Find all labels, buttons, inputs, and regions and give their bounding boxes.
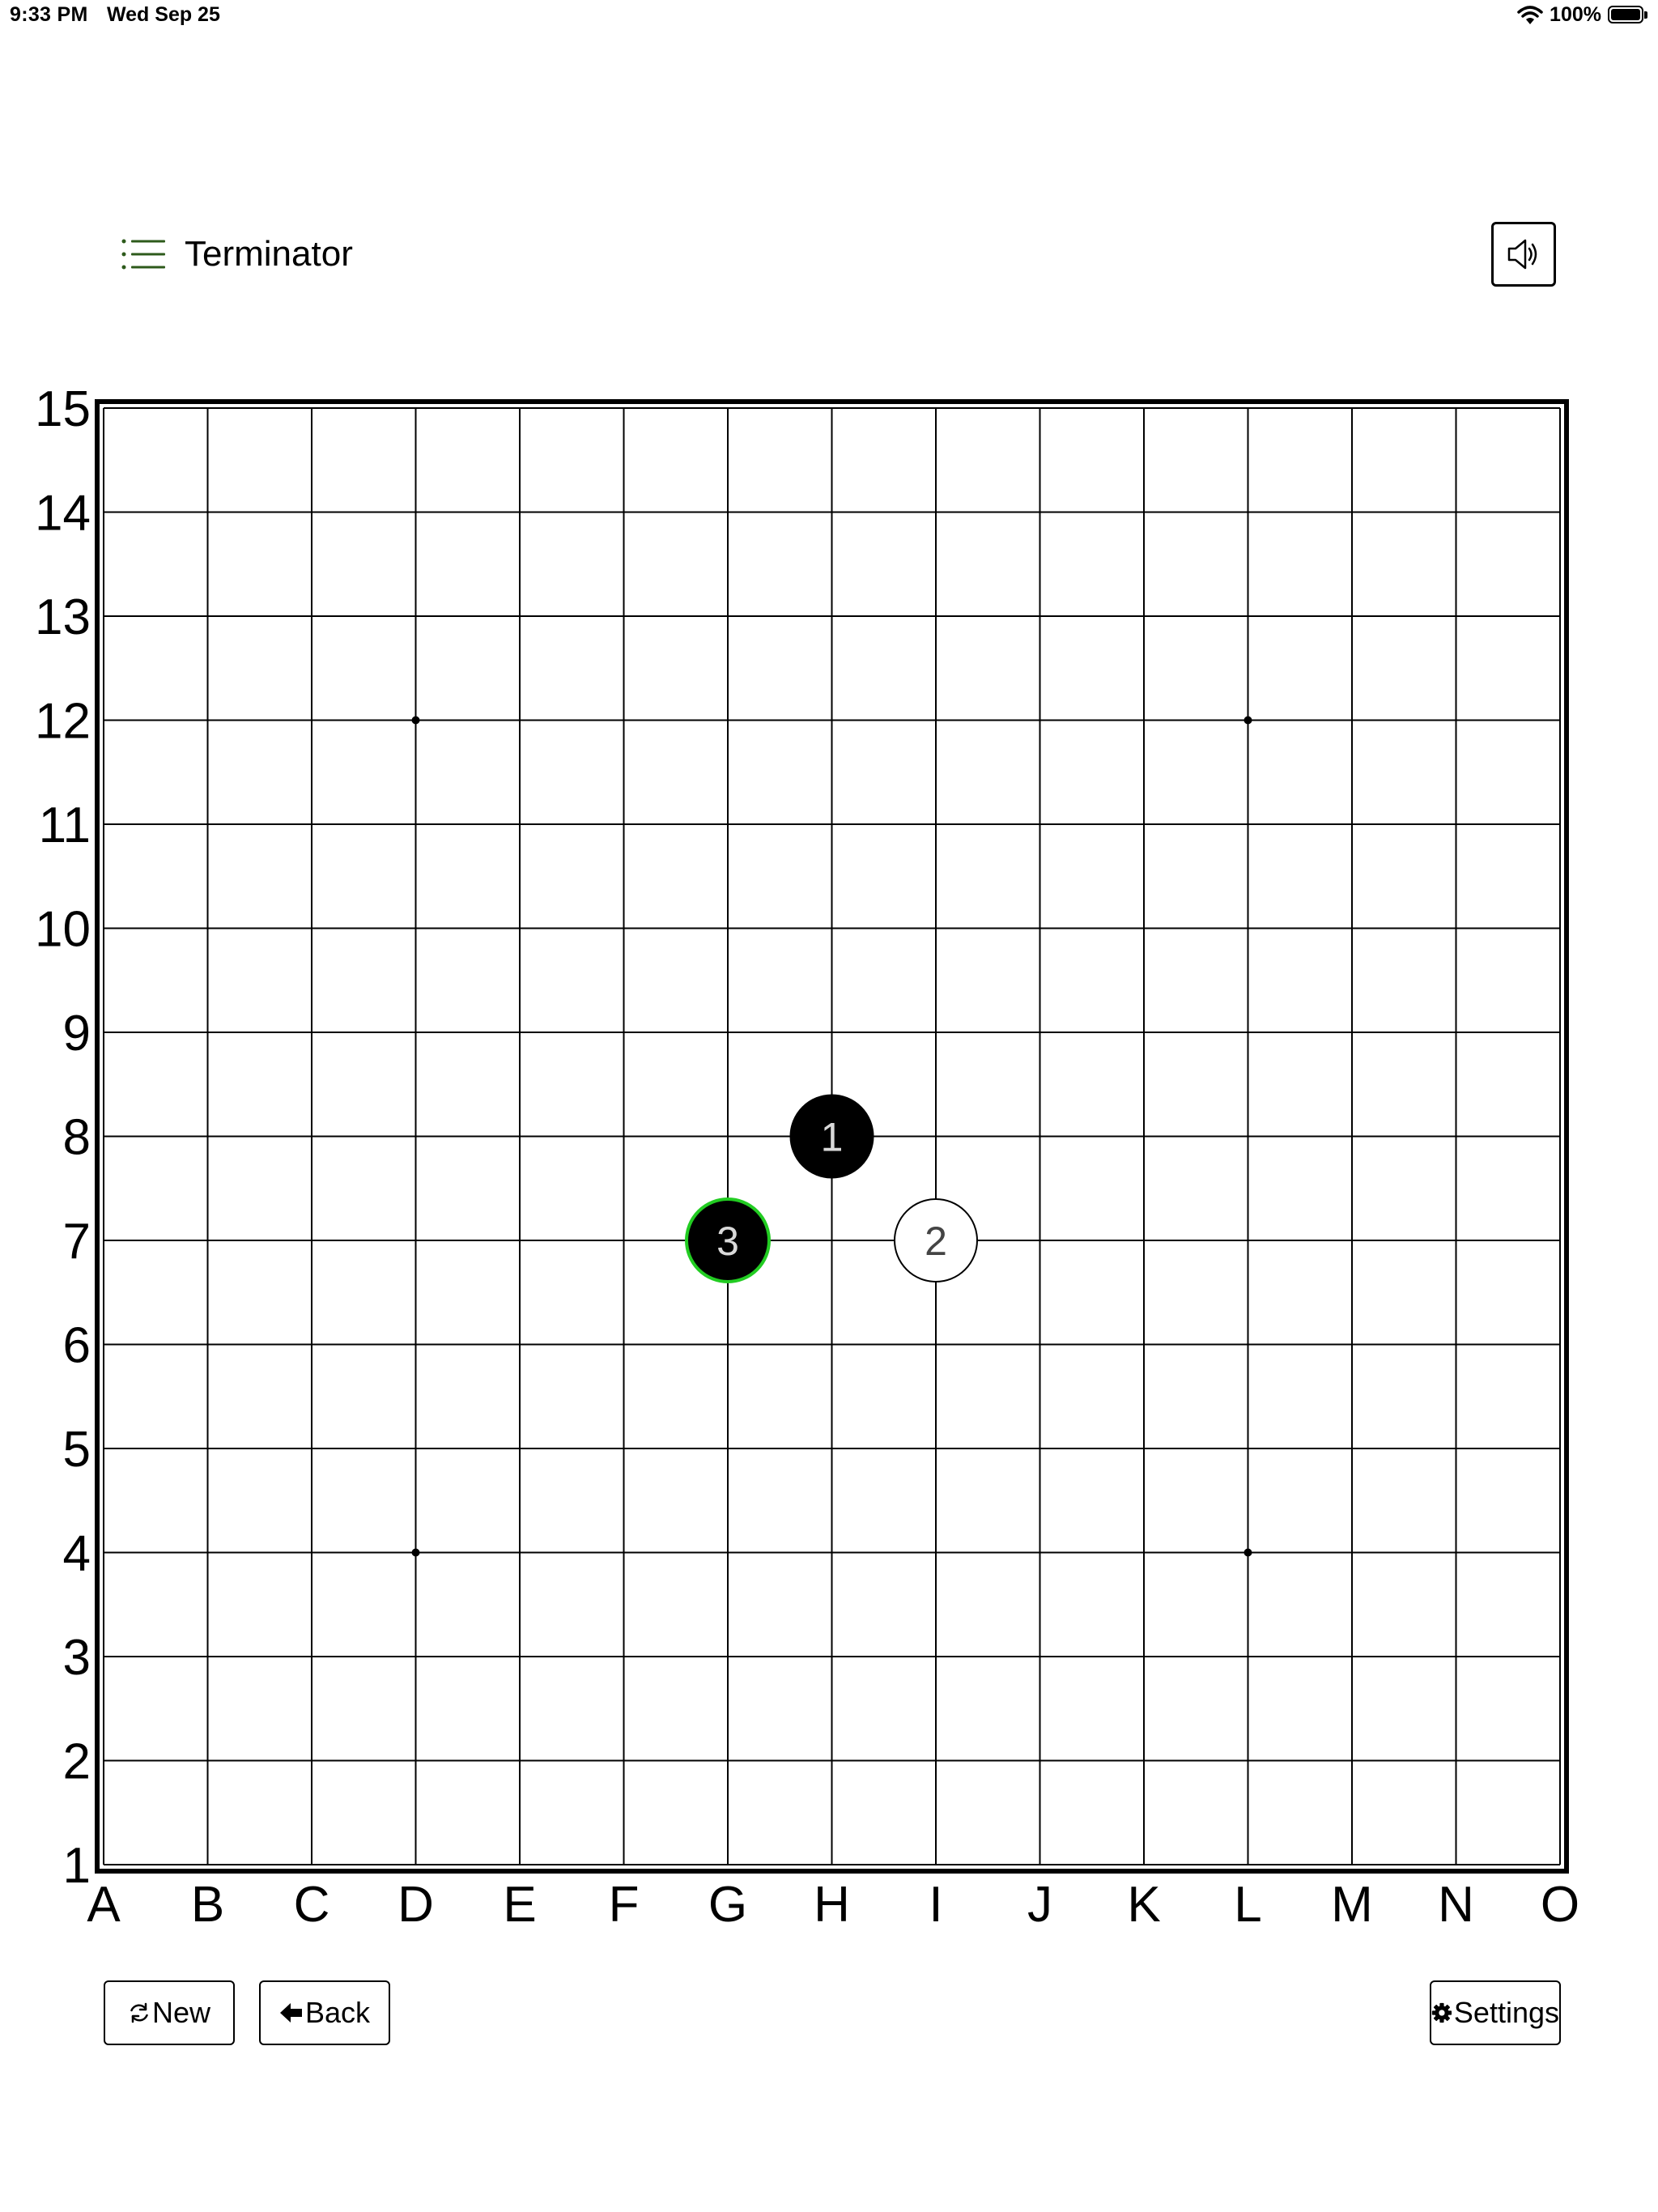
stone-move-number: 1	[821, 1115, 844, 1160]
row-label: 11	[39, 798, 91, 853]
stone-move-number: 2	[925, 1219, 947, 1264]
row-label: 10	[35, 902, 91, 958]
back-label: Back	[304, 1996, 371, 2029]
arrow-left-icon	[279, 2003, 302, 2023]
star-point	[1244, 716, 1252, 725]
column-label: D	[397, 1877, 434, 1933]
column-label: C	[294, 1877, 330, 1933]
column-label: K	[1127, 1877, 1160, 1933]
new-game-button[interactable]: New	[104, 1980, 235, 2045]
column-label: E	[503, 1877, 536, 1933]
column-label: L	[1234, 1877, 1261, 1933]
row-label: 12	[35, 694, 91, 750]
row-label: 6	[63, 1318, 91, 1374]
stone-move-number: 3	[716, 1219, 739, 1264]
game-board[interactable]: 151413121110987654321A B C D E F G H I J K L M N O123	[0, 0, 1658, 1959]
column-label: H	[814, 1877, 850, 1933]
gear-icon	[1431, 2002, 1452, 2023]
row-label: 14	[35, 486, 91, 542]
row-label: 8	[63, 1110, 91, 1166]
star-point	[1244, 1548, 1252, 1557]
row-label: 4	[63, 1526, 91, 1582]
column-label: I	[929, 1877, 942, 1933]
settings-button[interactable]: Settings	[1430, 1980, 1561, 2045]
star-point	[411, 1548, 420, 1557]
settings-label: Settings	[1453, 1996, 1559, 2029]
column-label: M	[1331, 1877, 1373, 1933]
row-label: 2	[63, 1734, 91, 1790]
column-label: B	[191, 1877, 224, 1933]
column-label: F	[609, 1877, 640, 1933]
back-button[interactable]: Back	[259, 1980, 390, 2045]
column-label: N	[1438, 1877, 1474, 1933]
refresh-icon	[130, 2002, 148, 2023]
row-label: 13	[35, 589, 91, 645]
column-label: J	[1027, 1877, 1052, 1933]
row-label: 15	[35, 381, 91, 437]
column-label: A	[87, 1877, 121, 1933]
row-label: 9	[63, 1006, 91, 1061]
star-point	[411, 716, 420, 725]
column-label: O	[1541, 1877, 1579, 1933]
row-label: 7	[63, 1214, 91, 1270]
row-label: 5	[63, 1422, 91, 1478]
row-label: 3	[63, 1630, 91, 1686]
column-label: G	[708, 1877, 747, 1933]
new-game-label: New	[151, 1996, 211, 2029]
